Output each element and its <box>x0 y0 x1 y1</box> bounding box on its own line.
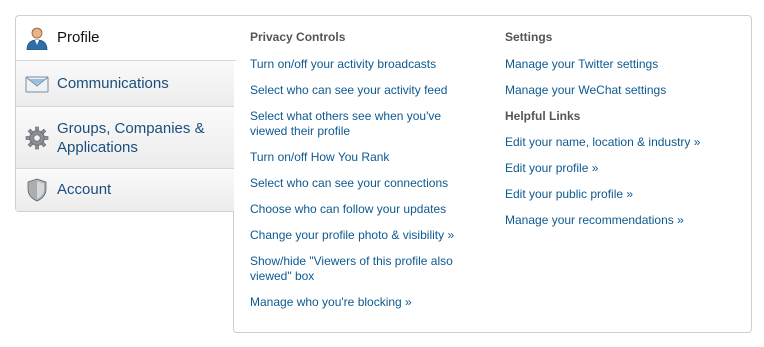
tab-communications[interactable]: Communications <box>16 61 234 107</box>
link-viewed-profile[interactable]: Select what others see when you've viewe… <box>250 109 480 139</box>
tab-groups-companies-applications[interactable]: Groups, Companies & Applications <box>16 107 234 169</box>
link-edit-profile[interactable]: Edit your profile » <box>505 161 745 176</box>
link-recommendations[interactable]: Manage your recommendations » <box>505 213 745 228</box>
link-profile-photo[interactable]: Change your profile photo & visibility » <box>250 228 480 243</box>
link-connections[interactable]: Select who can see your connections <box>250 176 480 191</box>
tab-groups-label: Groups, Companies & Applications <box>57 119 205 156</box>
privacy-controls-column: Privacy Controls Turn on/off your activi… <box>250 30 480 310</box>
settings-heading: Settings <box>505 30 553 44</box>
link-blocking[interactable]: Manage who you're blocking » <box>250 295 480 310</box>
tab-communications-label: Communications <box>57 74 169 92</box>
link-follow-updates[interactable]: Choose who can follow your updates <box>250 202 480 217</box>
shield-icon <box>25 178 49 202</box>
link-twitter-settings[interactable]: Manage your Twitter settings <box>505 57 745 72</box>
link-activity-broadcasts[interactable]: Turn on/off your activity broadcasts <box>250 57 480 72</box>
category-tabs: Profile Communications Groups, Companies… <box>15 15 236 212</box>
link-public-profile[interactable]: Edit your public profile » <box>505 187 745 202</box>
privacy-controls-heading: Privacy Controls <box>250 30 346 44</box>
envelope-icon <box>25 72 49 96</box>
settings-column: Settings Manage your Twitter settings Ma… <box>505 30 745 228</box>
user-icon <box>25 26 49 51</box>
helpful-links-heading: Helpful Links <box>505 109 581 123</box>
link-wechat-settings[interactable]: Manage your WeChat settings <box>505 83 745 98</box>
settings-panel: Privacy Controls Turn on/off your activi… <box>233 15 752 333</box>
tab-account[interactable]: Account <box>16 169 234 211</box>
link-viewers-box[interactable]: Show/hide "Viewers of this profile also … <box>250 254 480 284</box>
gear-icon <box>25 126 49 150</box>
tab-profile-label: Profile <box>57 29 100 46</box>
tab-account-label: Account <box>57 181 112 198</box>
link-activity-feed[interactable]: Select who can see your activity feed <box>250 83 480 98</box>
tab-profile[interactable]: Profile <box>16 16 236 61</box>
link-how-you-rank[interactable]: Turn on/off How You Rank <box>250 150 480 165</box>
link-edit-name[interactable]: Edit your name, location & industry » <box>505 135 745 150</box>
